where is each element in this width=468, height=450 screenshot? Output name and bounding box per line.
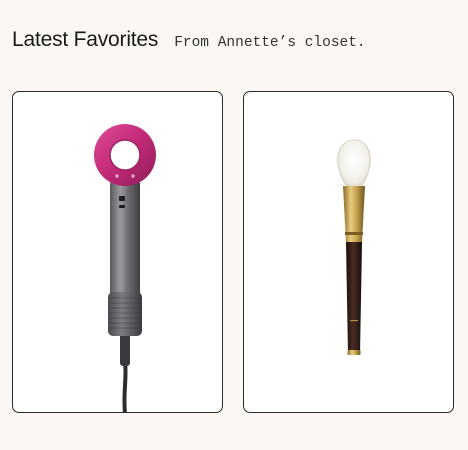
product-card-makeup-brush[interactable] — [243, 91, 454, 413]
section-header: Latest Favorites From Annette’s closet. — [12, 28, 366, 52]
product-card-hair-dryer[interactable] — [12, 91, 223, 413]
section-title: Latest Favorites — [12, 28, 159, 51]
section-subtitle: From Annette’s closet. — [174, 35, 366, 51]
makeup-brush-icon — [337, 139, 371, 355]
hair-dryer-icon — [94, 124, 156, 412]
